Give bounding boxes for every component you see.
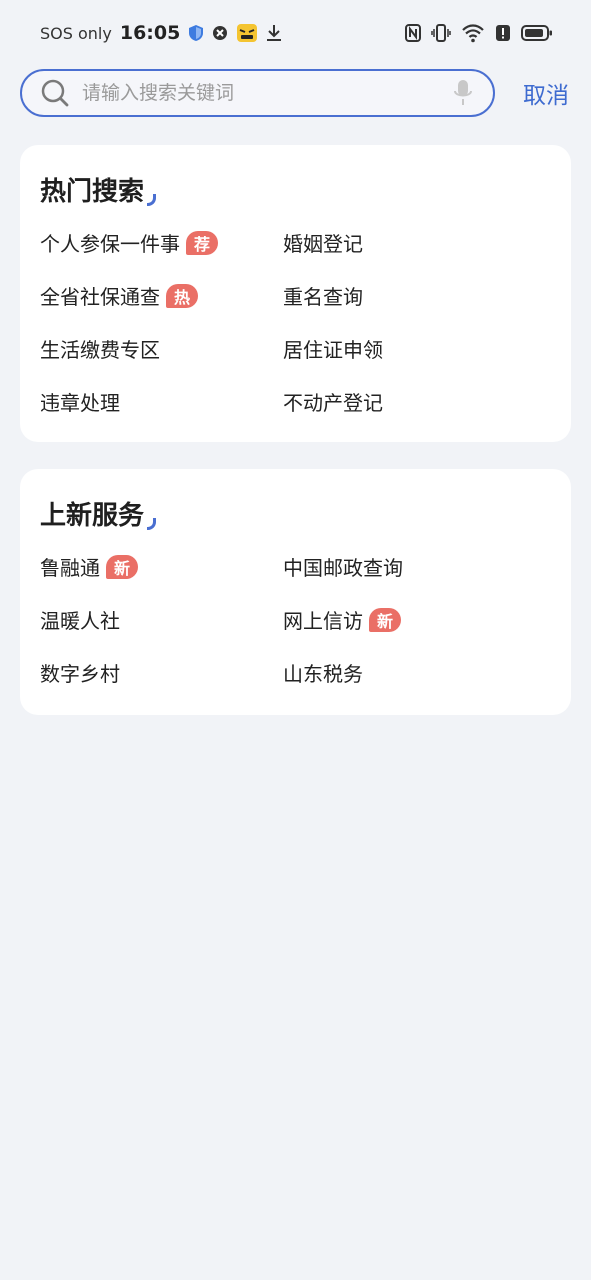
item-label: 违章处理 xyxy=(40,391,120,415)
hot-search-card: 热门搜索 个人参保一件事 荐 婚姻登记 全省社保通查 热 重名查询 生活缴费专区… xyxy=(20,145,571,442)
item-label: 中国邮政查询 xyxy=(283,556,403,580)
hot-search-title-text: 热门搜索 xyxy=(40,177,145,207)
title-accent-icon xyxy=(147,518,157,530)
carrier-text: SOS only xyxy=(40,23,112,43)
hot-badge: 热 xyxy=(166,283,198,308)
hot-search-item[interactable]: 违章处理 xyxy=(40,388,283,415)
item-label: 重名查询 xyxy=(283,285,363,309)
recommend-badge: 荐 xyxy=(186,230,218,255)
status-left: SOS only 16:05 xyxy=(40,22,282,44)
hot-search-grid: 个人参保一件事 荐 婚姻登记 全省社保通查 热 重名查询 生活缴费专区 居住证申… xyxy=(40,229,560,415)
new-service-item[interactable]: 温暖人社 xyxy=(40,606,283,633)
hot-search-item[interactable]: 个人参保一件事 荐 xyxy=(40,229,283,256)
microphone-icon[interactable] xyxy=(453,79,473,107)
cancel-button[interactable]: 取消 xyxy=(523,76,569,110)
search-box[interactable] xyxy=(20,69,495,117)
shield-icon xyxy=(188,24,204,42)
hot-search-item[interactable]: 不动产登记 xyxy=(283,388,553,415)
item-label: 数字乡村 xyxy=(40,662,120,686)
download-icon xyxy=(266,24,282,42)
alert-icon xyxy=(495,24,511,42)
wifi-icon xyxy=(461,23,485,43)
clock-time: 16:05 xyxy=(119,22,181,44)
new-service-item[interactable]: 数字乡村 xyxy=(40,659,283,686)
new-service-item[interactable]: 鲁融通 新 xyxy=(40,553,283,580)
item-label: 全省社保通查 xyxy=(40,285,160,309)
hot-search-item[interactable]: 重名查询 xyxy=(283,282,553,309)
battery-icon xyxy=(521,24,553,42)
search-input[interactable] xyxy=(82,82,453,104)
emoji-sticker-icon xyxy=(236,23,258,43)
item-label: 网上信访 xyxy=(283,609,363,633)
hot-search-item[interactable]: 生活缴费专区 xyxy=(40,335,283,362)
hot-search-item[interactable]: 居住证申领 xyxy=(283,335,553,362)
new-services-card: 上新服务 鲁融通 新 中国邮政查询 温暖人社 网上信访 新 数字乡村 山东税务 xyxy=(20,469,571,715)
hot-search-title: 热门搜索 xyxy=(40,171,157,208)
vibrate-icon xyxy=(431,23,451,43)
hot-search-item[interactable]: 婚姻登记 xyxy=(283,229,553,256)
hot-search-item[interactable]: 全省社保通查 热 xyxy=(40,282,283,309)
item-label: 居住证申领 xyxy=(283,338,383,362)
item-label: 温暖人社 xyxy=(40,609,120,633)
item-label: 生活缴费专区 xyxy=(40,338,160,362)
close-circle-icon xyxy=(212,25,228,41)
new-service-item[interactable]: 网上信访 新 xyxy=(283,606,553,633)
title-accent-icon xyxy=(147,194,157,206)
new-badge: 新 xyxy=(369,607,401,632)
new-services-title-text: 上新服务 xyxy=(40,501,145,531)
item-label: 个人参保一件事 xyxy=(40,232,180,256)
item-label: 山东税务 xyxy=(283,662,363,686)
new-services-grid: 鲁融通 新 中国邮政查询 温暖人社 网上信访 新 数字乡村 山东税务 xyxy=(40,553,560,686)
new-badge: 新 xyxy=(106,554,138,579)
new-service-item[interactable]: 山东税务 xyxy=(283,659,553,686)
new-services-title: 上新服务 xyxy=(40,495,157,532)
item-label: 婚姻登记 xyxy=(283,232,363,256)
search-icon xyxy=(40,78,70,108)
search-row: 取消 xyxy=(20,69,576,117)
item-label: 鲁融通 xyxy=(40,556,100,580)
status-right xyxy=(405,23,553,43)
nfc-icon xyxy=(405,24,421,42)
item-label: 不动产登记 xyxy=(283,391,383,415)
new-service-item[interactable]: 中国邮政查询 xyxy=(283,553,553,580)
status-bar: SOS only 16:05 xyxy=(0,0,591,66)
